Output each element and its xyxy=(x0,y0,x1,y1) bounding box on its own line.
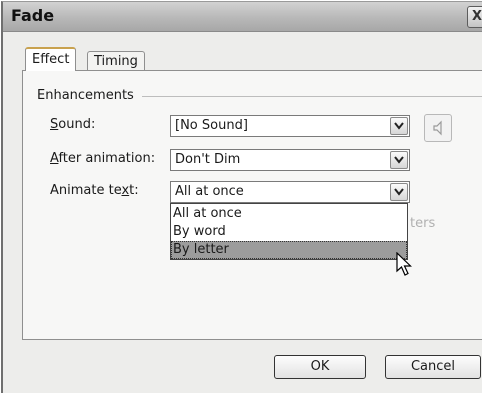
dialog-title: Fade xyxy=(11,6,55,25)
sound-select[interactable]: [No Sound] xyxy=(170,115,410,137)
cancel-button[interactable]: Cancel xyxy=(385,355,481,379)
tab-timing[interactable]: Timing xyxy=(87,51,145,71)
animate-text-dropdown-button[interactable] xyxy=(390,183,408,201)
ok-button[interactable]: OK xyxy=(274,355,366,379)
option-by-word[interactable]: By word xyxy=(171,223,407,241)
tab-effect-label: Effect xyxy=(32,52,70,67)
title-bar: Fade X xyxy=(3,2,482,32)
option-all-at-once[interactable]: All at once xyxy=(171,205,407,223)
sound-settings-button[interactable] xyxy=(424,114,452,142)
chevron-down-icon xyxy=(394,156,404,164)
sound-value: [No Sound] xyxy=(175,118,248,133)
after-animation-value: Don't Dim xyxy=(175,152,241,167)
obscured-label-text: ters xyxy=(410,216,436,231)
after-animation-select[interactable]: Don't Dim xyxy=(170,149,410,171)
sound-label: Sound: xyxy=(50,117,96,132)
enhancements-group-label: Enhancements xyxy=(37,88,138,103)
tab-effect[interactable]: Effect xyxy=(25,47,77,71)
sound-dropdown-button[interactable] xyxy=(390,117,408,135)
mouse-pointer-icon xyxy=(396,252,412,276)
animate-text-select[interactable]: All at once xyxy=(170,181,410,203)
option-by-letter[interactable]: By letter xyxy=(171,241,407,259)
chevron-down-icon xyxy=(394,188,404,196)
chevron-down-icon xyxy=(394,122,404,130)
group-divider xyxy=(142,96,482,97)
after-animation-dropdown-button[interactable] xyxy=(390,151,408,169)
speaker-icon xyxy=(433,120,442,136)
tab-timing-label: Timing xyxy=(94,54,138,69)
close-icon: X xyxy=(472,9,482,24)
after-animation-label: After animation: xyxy=(50,151,156,166)
close-button[interactable]: X xyxy=(467,6,482,28)
animate-text-value: All at once xyxy=(175,184,244,199)
animate-text-dropdown-list: All at once By word By letter xyxy=(170,203,408,260)
animate-text-label: Animate text: xyxy=(50,183,139,198)
